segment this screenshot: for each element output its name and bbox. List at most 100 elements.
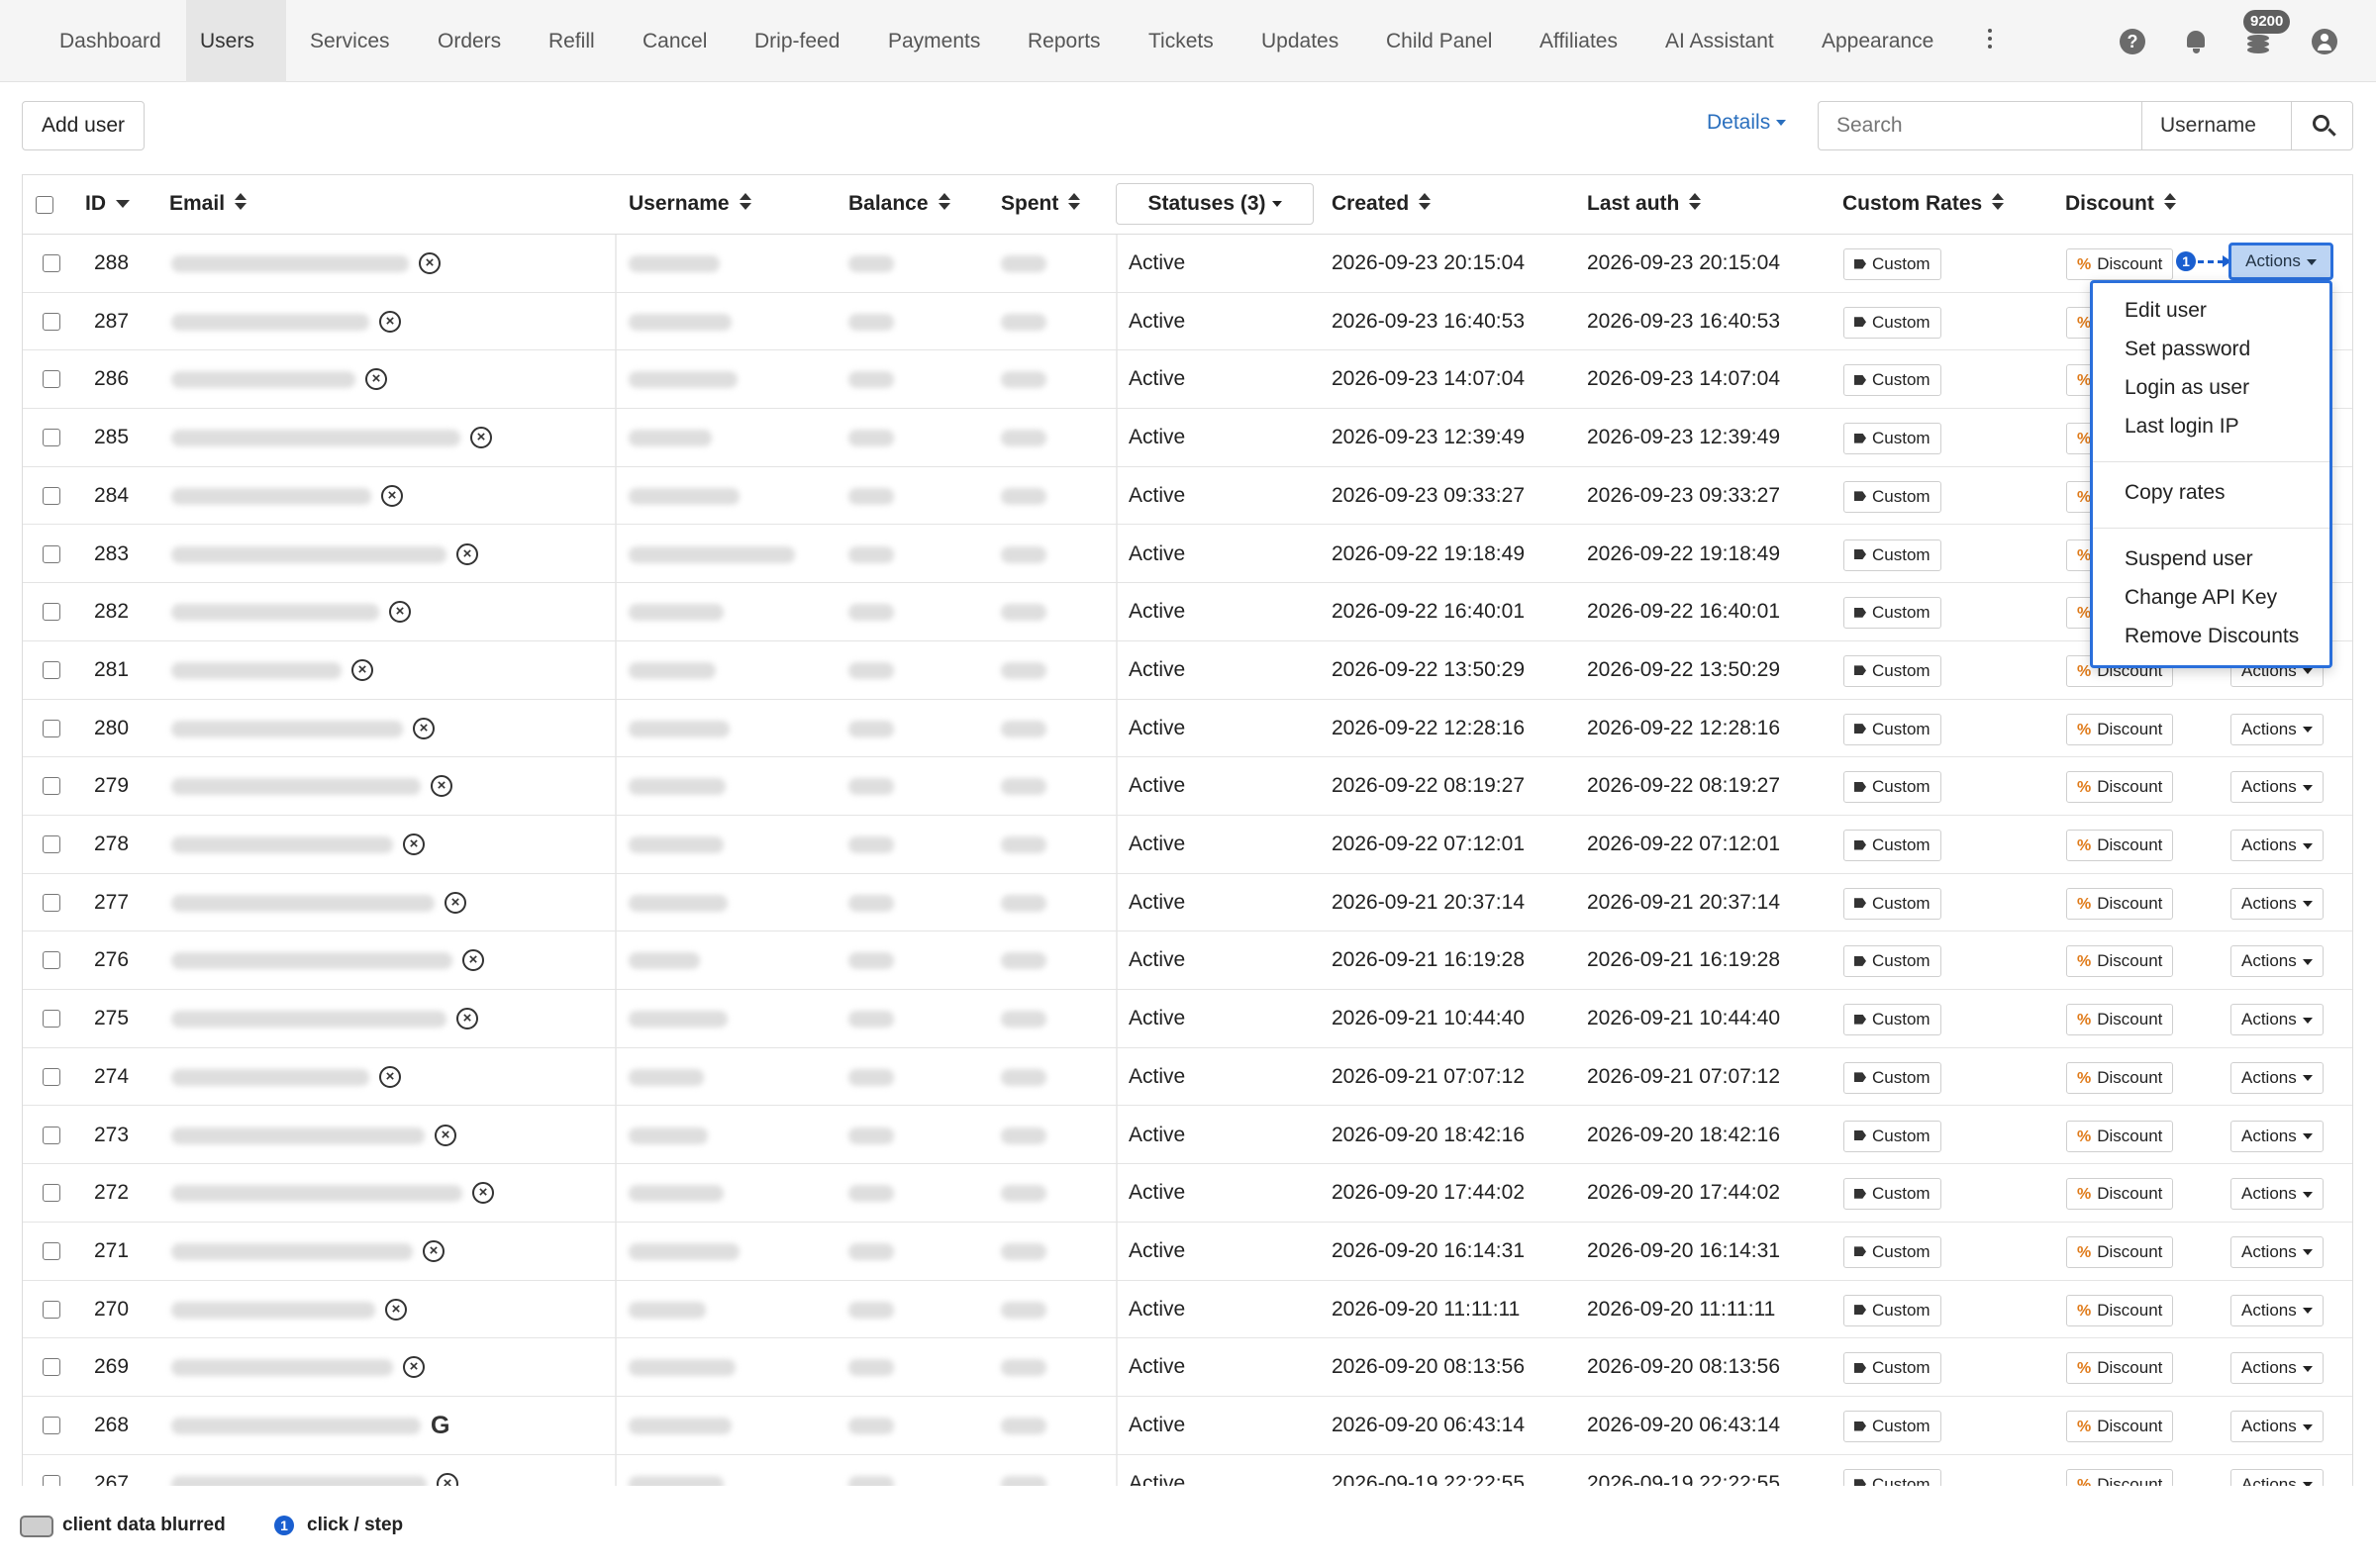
custom-rates-button[interactable]: Custom (1843, 945, 1941, 978)
custom-rates-button[interactable]: Custom (1843, 1411, 1941, 1442)
discount-button[interactable]: % Discount (2066, 1004, 2174, 1036)
statuses-filter-button[interactable]: Statuses (3) (1116, 183, 1314, 225)
nav-updates[interactable]: Updates (1247, 0, 1352, 82)
user-icon[interactable] (2312, 29, 2337, 54)
nav-appearance[interactable]: Appearance (1808, 0, 1947, 82)
row-checkbox[interactable] (43, 603, 60, 622)
nav-refill[interactable]: Refill (535, 0, 609, 82)
nav-ai-assistant[interactable]: AI Assistant (1651, 0, 1788, 82)
bell-icon[interactable] (2184, 29, 2210, 54)
custom-rates-button[interactable]: Custom (1843, 480, 1941, 513)
custom-rates-button[interactable]: Custom (1843, 654, 1941, 687)
search-field-select[interactable]: Username (2141, 101, 2292, 150)
menu-set-password[interactable]: Set password (2125, 338, 2250, 361)
nav-reports[interactable]: Reports (1014, 0, 1115, 82)
actions-button[interactable]: Actions (2230, 830, 2324, 861)
actions-button[interactable]: Actions (2230, 1061, 2324, 1094)
actions-button[interactable]: Actions (2230, 1004, 2324, 1036)
row-checkbox[interactable] (43, 893, 60, 912)
row-checkbox[interactable] (43, 544, 60, 563)
custom-rates-button[interactable]: Custom (1843, 830, 1941, 861)
th-username[interactable]: Username (629, 192, 751, 216)
actions-button[interactable]: Actions (2230, 1411, 2324, 1442)
actions-button-active[interactable]: Actions (2228, 243, 2333, 280)
help-icon[interactable]: ? (2120, 29, 2145, 54)
close-circle-icon[interactable]: × (472, 1182, 494, 1205)
nav-affiliates[interactable]: Affiliates (1526, 0, 1632, 82)
discount-button[interactable]: % Discount (2066, 887, 2174, 920)
row-checkbox[interactable] (43, 951, 60, 970)
menu-remove-discounts[interactable]: Remove Discounts (2125, 625, 2299, 648)
th-last-auth[interactable]: Last auth (1587, 192, 1702, 216)
select-all-checkbox[interactable] (36, 196, 53, 214)
actions-button[interactable]: Actions (2230, 1294, 2324, 1326)
close-circle-icon[interactable]: × (351, 658, 373, 681)
menu-login-as-user[interactable]: Login as user (2125, 376, 2249, 400)
close-circle-icon[interactable]: × (403, 1356, 425, 1379)
custom-rates-button[interactable]: Custom (1843, 1468, 1941, 1486)
custom-rates-button[interactable]: Custom (1843, 1294, 1941, 1326)
th-spent[interactable]: Spent (1001, 192, 1081, 216)
details-dropdown[interactable]: Details (1707, 111, 1787, 135)
row-checkbox[interactable] (43, 660, 60, 679)
menu-suspend-user[interactable]: Suspend user (2125, 547, 2253, 571)
th-id[interactable]: ID (85, 192, 130, 216)
row-checkbox[interactable] (43, 777, 60, 796)
row-checkbox[interactable] (43, 1010, 60, 1029)
close-circle-icon[interactable]: × (431, 775, 452, 798)
close-circle-icon[interactable]: × (419, 252, 441, 274)
custom-rates-button[interactable]: Custom (1843, 306, 1941, 339)
discount-button[interactable]: % Discount (2066, 1235, 2174, 1268)
more-menu-icon[interactable] (1983, 25, 1997, 58)
discount-button[interactable]: % Discount (2066, 830, 2174, 861)
actions-button[interactable]: Actions (2230, 1178, 2324, 1211)
row-checkbox[interactable] (43, 1067, 60, 1086)
close-circle-icon[interactable]: × (470, 427, 492, 449)
custom-rates-button[interactable]: Custom (1843, 597, 1941, 630)
discount-button[interactable]: % Discount (2066, 1120, 2174, 1152)
menu-change-api-key[interactable]: Change API Key (2125, 586, 2277, 610)
custom-rates-button[interactable]: Custom (1843, 248, 1941, 280)
row-checkbox[interactable] (43, 486, 60, 505)
close-circle-icon[interactable]: × (381, 484, 403, 507)
nav-orders[interactable]: Orders (424, 0, 515, 82)
nav-services[interactable]: Services (296, 0, 404, 82)
actions-button[interactable]: Actions (2230, 1235, 2324, 1268)
actions-button[interactable]: Actions (2230, 1352, 2324, 1385)
custom-rates-button[interactable]: Custom (1843, 423, 1941, 455)
nav-child-panel[interactable]: Child Panel (1372, 0, 1506, 82)
discount-button[interactable]: % Discount (2066, 1411, 2174, 1442)
close-circle-icon[interactable]: × (379, 310, 401, 333)
row-checkbox[interactable] (43, 370, 60, 389)
actions-button[interactable]: Actions (2230, 887, 2324, 920)
custom-rates-button[interactable]: Custom (1843, 771, 1941, 804)
close-circle-icon[interactable]: × (435, 1124, 456, 1146)
close-circle-icon[interactable]: × (423, 1239, 445, 1262)
close-circle-icon[interactable]: × (413, 717, 435, 739)
actions-button[interactable]: Actions (2230, 713, 2324, 745)
th-email[interactable]: Email (169, 192, 248, 216)
discount-button[interactable]: % Discount (2066, 771, 2174, 804)
close-circle-icon[interactable]: × (462, 949, 484, 972)
close-circle-icon[interactable]: × (379, 1065, 401, 1088)
nav-payments[interactable]: Payments (874, 0, 994, 82)
discount-button[interactable]: % Discount (2066, 713, 2174, 745)
custom-rates-button[interactable]: Custom (1843, 1352, 1941, 1385)
close-circle-icon[interactable]: × (456, 542, 478, 565)
th-balance[interactable]: Balance (848, 192, 950, 216)
discount-button[interactable]: % Discount (2066, 1468, 2174, 1486)
row-checkbox[interactable] (43, 312, 60, 331)
discount-button[interactable]: % Discount (2066, 1061, 2174, 1094)
nav-users[interactable]: Users (186, 0, 286, 82)
row-checkbox[interactable] (43, 1184, 60, 1203)
close-circle-icon[interactable]: × (365, 368, 387, 391)
nav-dashboard[interactable]: Dashboard (46, 0, 175, 82)
search-input[interactable] (1818, 101, 2142, 150)
actions-button[interactable]: Actions (2230, 1468, 2324, 1486)
discount-button[interactable]: % Discount (2066, 1294, 2174, 1326)
row-checkbox[interactable] (43, 1241, 60, 1260)
row-checkbox[interactable] (43, 835, 60, 853)
nav-tickets[interactable]: Tickets (1135, 0, 1228, 82)
custom-rates-button[interactable]: Custom (1843, 539, 1941, 571)
th-custom-rates[interactable]: Custom Rates (1842, 192, 2005, 216)
